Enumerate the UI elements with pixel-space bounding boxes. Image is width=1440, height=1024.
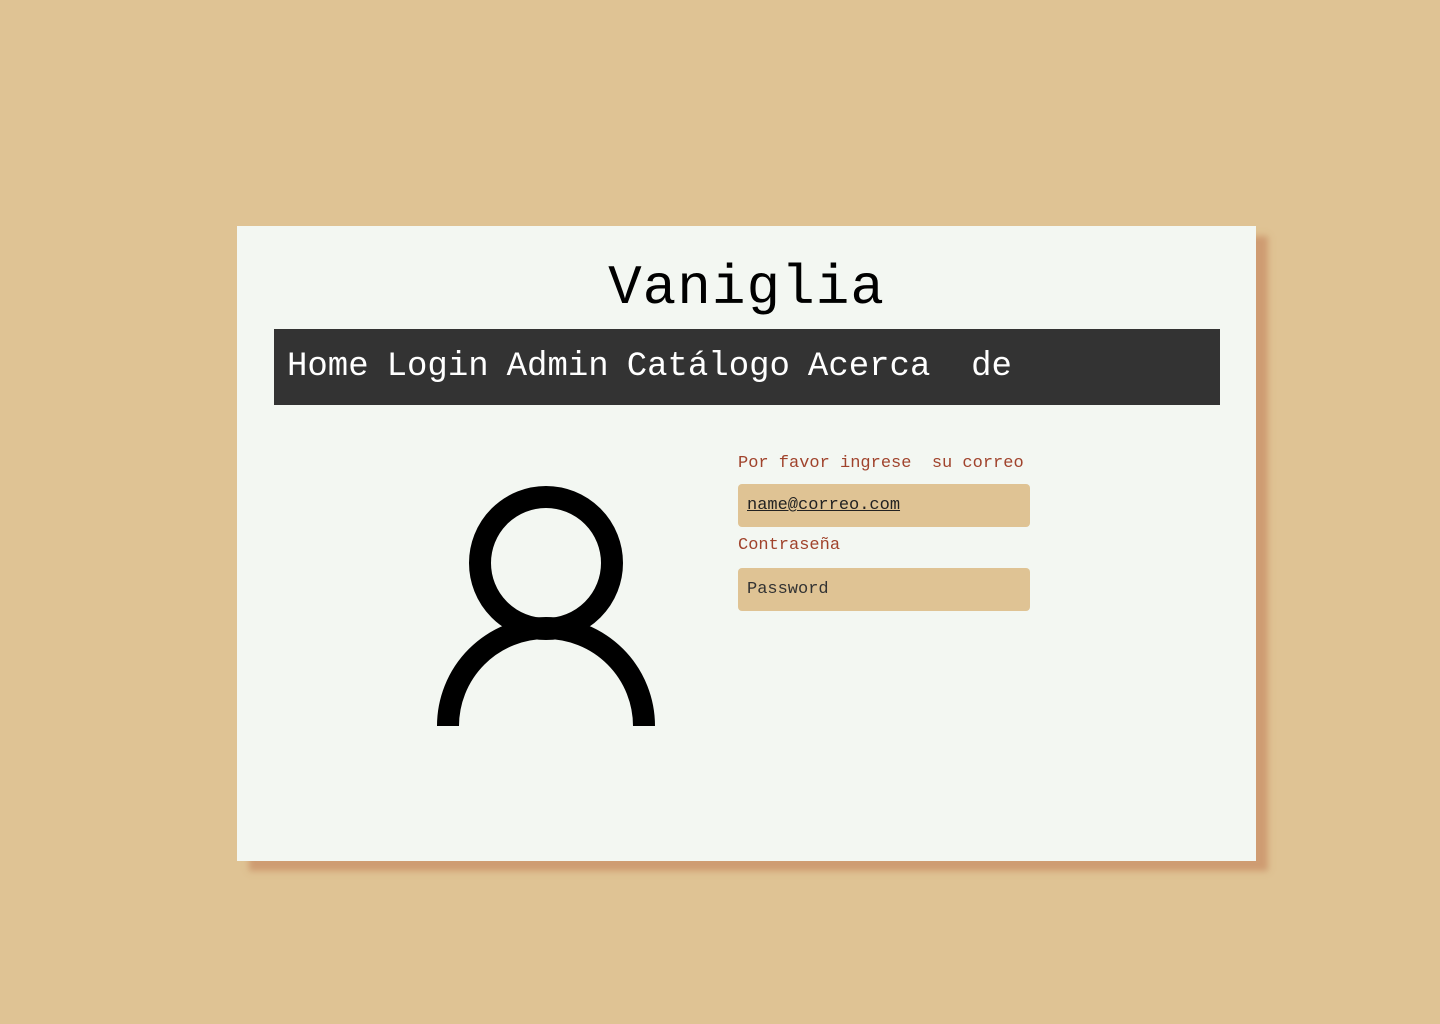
site-title: Vaniglia — [608, 256, 885, 320]
main-navbar: Home Login Admin Catálogo Acerca de — [274, 329, 1220, 405]
login-card: Vaniglia Home Login Admin Catálogo Acerc… — [237, 226, 1256, 861]
nav-item-admin[interactable]: Admin — [507, 347, 609, 387]
nav-item-catalogo[interactable]: Catálogo — [627, 347, 790, 387]
email-field[interactable] — [738, 484, 1030, 527]
nav-item-login[interactable]: Login — [387, 347, 489, 387]
nav-item-acerca-de[interactable]: Acerca de — [808, 347, 1012, 387]
password-label: Contraseña — [738, 536, 841, 555]
nav-item-home[interactable]: Home — [287, 347, 369, 387]
email-label: Por favor ingrese su correo — [738, 454, 1024, 473]
password-field[interactable] — [738, 568, 1030, 611]
user-icon — [437, 486, 655, 726]
login-form: Por favor ingrese su correo Contraseña — [738, 454, 1058, 611]
